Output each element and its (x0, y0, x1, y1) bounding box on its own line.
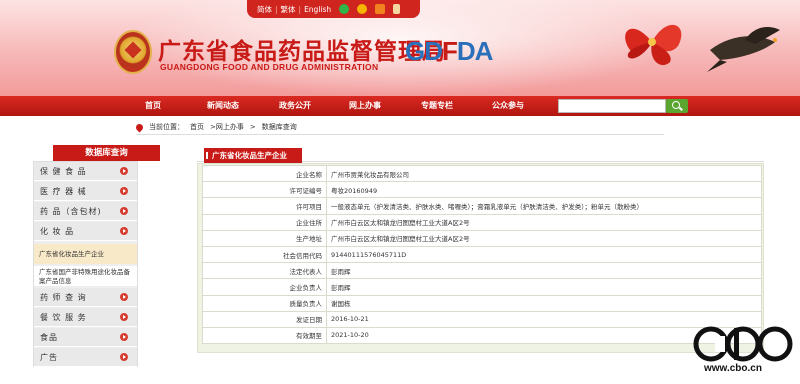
sidebar-item-label: 保 健 食 品 (40, 167, 87, 176)
sidebar-subitem-cosmetics-filing[interactable]: 广东省国产非特殊用途化妆品备案产品信息 (34, 266, 137, 286)
table-row: 生产地址 广州市白云区太和镇龙归图窟村工业大道A区2号 (202, 229, 762, 247)
sidebar-item-label: 化 妆 品 (40, 227, 75, 236)
site-title: 广东省食品药品监督管理局 (158, 38, 446, 65)
field-key: 企业负责人 (202, 278, 327, 296)
panel-title: 广东省化妆品生产企业 (204, 148, 302, 163)
sidebar-item-ads[interactable]: 广告 (34, 348, 137, 367)
field-key: 有效期至 (202, 326, 327, 345)
site-header: 简体 | 繁体 | English 广东省食品药品监督管理局 GUANGDONG… (0, 0, 800, 96)
sidebar-item-label: 医 疗 器 械 (40, 187, 87, 196)
field-key: 质量负责人 (202, 294, 327, 312)
field-value: 91440111576045711D (326, 245, 762, 264)
field-key: 生产地址 (202, 229, 327, 247)
sidebar-item-label: 药 师 查 询 (40, 293, 87, 302)
table-row: 许可证编号 粤妆20160949 (202, 181, 762, 199)
field-value: 一般液态单元（护发清洁类、护肤水类、啫喱类）；膏霜乳液单元（护肤清洁类、护发类）… (326, 197, 762, 215)
field-value: 彭雨辉 (326, 278, 762, 296)
nav-item-gov[interactable]: 政务公开 (279, 100, 311, 111)
field-key: 许可证编号 (202, 181, 327, 199)
table-row: 质量负责人 谢国栋 (202, 294, 762, 312)
arrow-right-icon (120, 167, 128, 175)
logo-part: F (442, 36, 458, 66)
sidebar-item-cosmetics[interactable]: 化 妆 品 (34, 222, 137, 241)
field-value: 谢国栋 (326, 294, 762, 312)
arrow-right-icon (120, 227, 128, 235)
watermark-url: www.cbo.cn (704, 363, 762, 374)
table-row: 企业负责人 彭雨辉 (202, 278, 762, 296)
mobile-icon[interactable] (393, 4, 401, 14)
sidebar-item-pharmacist[interactable]: 药 师 查 询 (34, 288, 137, 307)
breadcrumb-home[interactable]: 首页 (190, 122, 204, 132)
bird-icon (707, 27, 780, 72)
breadcrumb-label: 当前位置： (149, 123, 184, 131)
table-row: 企业住所 广州市白云区太和镇龙归图窟村工业大道A区2号 (202, 213, 762, 231)
arrow-right-icon (120, 313, 128, 321)
table-row: 法定代表人 彭雨辉 (202, 262, 762, 280)
table-row: 发证日期 2016-10-21 (202, 310, 762, 328)
arrow-right-icon (120, 333, 128, 341)
field-value: 粤妆20160949 (326, 181, 762, 199)
sidebar-item-catering[interactable]: 餐 饮 服 务 (34, 308, 137, 327)
arrow-right-icon (120, 187, 128, 195)
company-info-table: 企业名称 广州市贾莱化妆品有限公司 许可证编号 粤妆20160949 许可项目 一般液… (202, 164, 762, 345)
breadcrumb-current: 数据库查询 (261, 123, 297, 131)
field-key: 企业名称 (202, 164, 327, 183)
field-key: 企业住所 (202, 213, 327, 231)
nav-item-home[interactable]: 首页 (145, 100, 161, 111)
field-key: 许可项目 (202, 197, 327, 215)
logo-part: GD (405, 36, 443, 66)
arrow-right-icon (120, 293, 128, 301)
sidebar-item-drugs[interactable]: 药 品（含包材) (34, 202, 137, 221)
gdfda-logo: GDFDA (405, 36, 494, 67)
sidebar-heading: 数据库查询 (53, 145, 160, 161)
nav-item-news[interactable]: 新闻动态 (207, 100, 239, 111)
nav-item-services[interactable]: 网上办事 (349, 100, 381, 111)
lang-separator: | (298, 4, 302, 14)
sidebar-item-medical-device[interactable]: 医 疗 器 械 (34, 182, 137, 201)
table-row: 社会信用代码 91440111576045711D (202, 245, 762, 264)
lang-traditional-link[interactable]: 繁体 (281, 4, 296, 15)
national-emblem-icon (114, 30, 152, 74)
nav-item-topics[interactable]: 专题专栏 (421, 100, 453, 111)
weibo-icon[interactable] (357, 4, 368, 14)
sidebar-item-label: 餐 饮 服 务 (40, 313, 87, 322)
search-input[interactable] (558, 99, 666, 113)
arrow-right-icon (120, 207, 128, 215)
wechat-icon[interactable] (339, 4, 350, 14)
sidebar-item-health-food[interactable]: 保 健 食 品 (34, 162, 137, 181)
lang-simplified-link[interactable]: 简体 (257, 4, 272, 15)
sidebar: 保 健 食 品 医 疗 器 械 药 品（含包材) 化 妆 品 广东省化妆品生产企… (33, 161, 138, 367)
pin-icon (134, 122, 145, 132)
field-value: 广州市白云区太和镇龙归图窟村工业大道A区2号 (326, 213, 762, 231)
cbo-watermark-logo (693, 326, 793, 362)
divider (136, 134, 664, 135)
kapok-flower-icon (625, 24, 682, 66)
field-key: 社会信用代码 (202, 245, 327, 264)
sidebar-subitem-cosmetics-producers[interactable]: 广东省化妆品生产企业 (34, 244, 137, 264)
table-row: 企业名称 广州市贾莱化妆品有限公司 (202, 164, 762, 183)
table-row: 许可项目 一般液态单元（护发清洁类、护肤水类、啫喱类）；膏霜乳液单元（护肤清洁类、… (202, 197, 762, 215)
sidebar-item-label: 食品 (40, 333, 58, 342)
lang-separator: | (275, 4, 278, 14)
breadcrumb-services[interactable]: >网上办事 (210, 122, 244, 132)
site-subtitle: GUANGDONG FOOD AND DRUG ADMINISTRATION (160, 62, 379, 72)
field-key: 法定代表人 (202, 262, 327, 280)
language-bar: 简体 | 繁体 | English (247, 0, 420, 18)
field-key: 发证日期 (202, 310, 327, 328)
field-value: 广州市贾莱化妆品有限公司 (326, 164, 762, 183)
breadcrumb-sep: > (249, 123, 256, 131)
field-value: 彭雨辉 (326, 262, 762, 280)
table-row: 有效期至 2021-10-20 (202, 326, 762, 345)
sidebar-item-label: 广告 (40, 353, 58, 362)
arrow-right-icon (120, 353, 128, 361)
sidebar-item-label: 药 品（含包材) (40, 207, 102, 216)
sidebar-item-food[interactable]: 食品 (34, 328, 137, 347)
field-value: 广州市白云区太和镇龙归图窟村工业大道A区2号 (326, 229, 762, 247)
lang-english-link[interactable]: English (304, 5, 331, 14)
nav-item-public[interactable]: 公众参与 (492, 100, 524, 111)
logo-part: DA (456, 36, 494, 66)
search-icon[interactable] (666, 99, 688, 113)
rss-icon[interactable] (375, 4, 386, 14)
breadcrumb: 当前位置： 首页 >网上办事 > 数据库查询 (134, 121, 303, 133)
